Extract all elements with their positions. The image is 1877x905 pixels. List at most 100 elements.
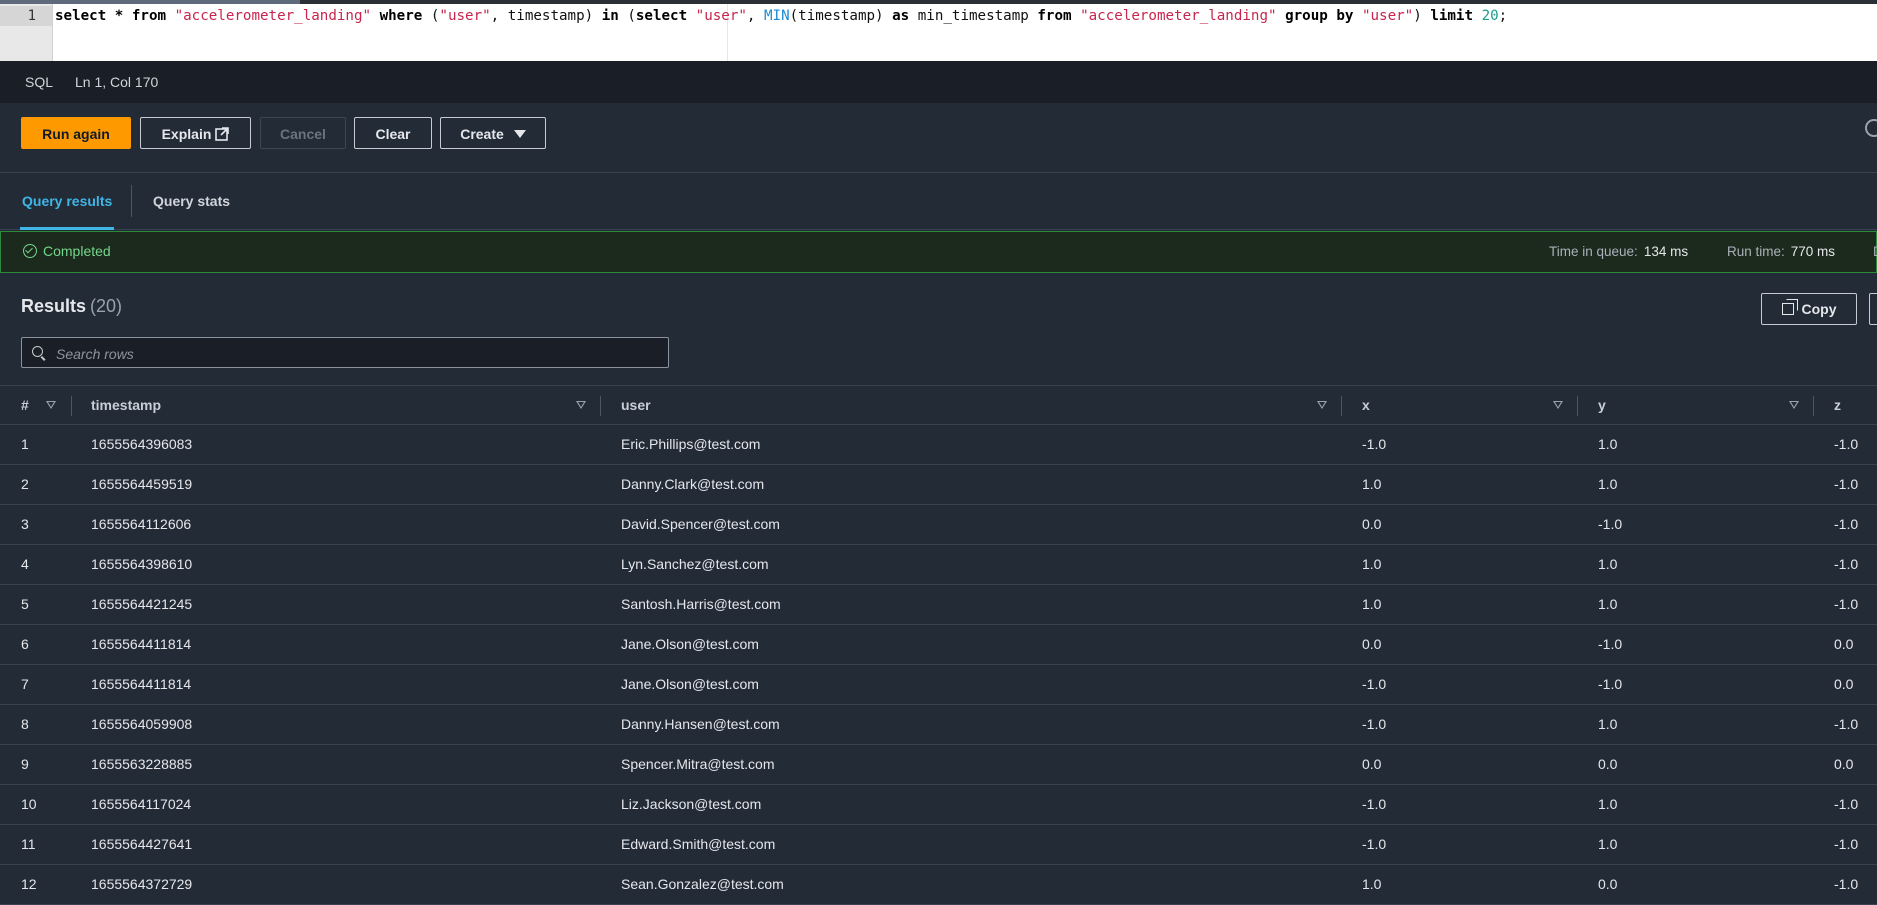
filter-icon[interactable]	[576, 401, 586, 409]
table-row[interactable]: 6 1655564411814 Jane.Olson@test.com 0.0 -1.0…	[0, 625, 1877, 665]
timestamp-cell: 1655564396083	[91, 436, 193, 452]
column-header-z[interactable]: z	[1834, 386, 1841, 424]
table-row[interactable]: 9 1655563228885 Spencer.Mitra@test.com 0.0 0…	[0, 745, 1877, 785]
explain-button[interactable]: Explain	[140, 117, 251, 149]
filter-icon[interactable]	[1789, 401, 1799, 409]
code-token: select	[635, 8, 696, 24]
timestamp-cell: 1655564117024	[91, 796, 192, 812]
timestamp-cell: 1655563228885	[91, 756, 193, 772]
check-circle-icon	[23, 244, 37, 258]
code-token: select *	[55, 8, 132, 24]
y-cell: -1.0	[1598, 636, 1623, 652]
time-in-queue-label: Time in queue:	[1549, 244, 1638, 259]
sql-editor[interactable]: 1 select * from "accelerometer_landing" …	[0, 0, 1877, 61]
results-count: (20)	[90, 296, 123, 316]
run-again-button[interactable]: Run again	[21, 117, 131, 149]
table-row[interactable]: 11 1655564427641 Edward.Smith@test.com -1.0…	[0, 825, 1877, 865]
cancel-button[interactable]: Cancel	[260, 117, 346, 149]
filter-icon[interactable]	[1317, 401, 1327, 409]
table-row[interactable]: 10 1655564117024 Liz.Jackson@test.com -1.0 1…	[0, 785, 1877, 825]
table-row[interactable]: 12 1655564372729 Sean.Gonzalez@test.com 1.0…	[0, 865, 1877, 905]
user-cell: Liz.Jackson@test.com	[621, 796, 762, 812]
column-divider[interactable]	[600, 396, 601, 416]
sql-code-line[interactable]: select * from "accelerometer_landing" wh…	[55, 6, 1507, 26]
code-token: MIN	[764, 8, 790, 24]
y-cell: -1.0	[1598, 676, 1623, 692]
column-header-y[interactable]: y	[1598, 386, 1606, 424]
y-cell: 1.0	[1598, 436, 1618, 452]
row-index-cell: 1	[21, 436, 29, 452]
results-tabs: Query results Query stats	[0, 173, 1877, 230]
tab-divider	[131, 185, 132, 217]
code-token: (timestamp)	[789, 8, 893, 24]
x-cell: 0.0	[1362, 636, 1382, 652]
copy-button[interactable]: Copy	[1761, 293, 1857, 325]
user-cell: Eric.Phillips@test.com	[621, 436, 761, 452]
line-number: 1	[0, 6, 52, 26]
column-header-timestamp[interactable]: timestamp	[91, 386, 161, 424]
y-cell: 1.0	[1598, 556, 1618, 572]
column-divider[interactable]	[71, 396, 72, 416]
column-divider[interactable]	[1577, 396, 1578, 416]
run-time: Run time: 770 ms	[1727, 244, 1835, 259]
user-cell: Jane.Olson@test.com	[621, 676, 759, 692]
timestamp-cell: 1655564459519	[91, 476, 193, 492]
table-row[interactable]: 8 1655564059908 Danny.Hansen@test.com -1.0 1…	[0, 705, 1877, 745]
settings-icon[interactable]	[1865, 119, 1877, 137]
z-cell: -1.0	[1834, 796, 1859, 812]
code-token: as	[892, 8, 918, 24]
column-divider[interactable]	[1341, 396, 1342, 416]
x-cell: -1.0	[1362, 436, 1387, 452]
z-cell: 0.0	[1834, 636, 1854, 652]
table-row[interactable]: 1 1655564396083 Eric.Phillips@test.com -1.0…	[0, 425, 1877, 465]
editor-language: SQL	[25, 74, 54, 90]
filter-icon[interactable]	[1553, 401, 1563, 409]
code-token: limit	[1430, 8, 1482, 24]
column-divider[interactable]	[1813, 396, 1814, 416]
filter-icon[interactable]	[46, 401, 56, 409]
query-status-banner: Completed Time in queue: 134 ms Run time:…	[0, 231, 1877, 273]
query-toolbar: Run again Explain Cancel Clear Create	[0, 103, 1877, 173]
table-row[interactable]: 5 1655564421245 Santosh.Harris@test.com 1.0…	[0, 585, 1877, 625]
results-title-text: Results	[21, 296, 87, 316]
z-cell: -1.0	[1834, 716, 1859, 732]
code-token: group by	[1276, 8, 1362, 24]
z-cell: 0.0	[1834, 756, 1854, 772]
x-cell: -1.0	[1362, 676, 1387, 692]
external-link-icon	[215, 127, 230, 141]
timestamp-cell: 1655564059908	[91, 716, 193, 732]
table-header: # timestamp user x y z	[0, 385, 1877, 425]
z-cell: -1.0	[1834, 876, 1859, 892]
table-row[interactable]: 4 1655564398610 Lyn.Sanchez@test.com 1.0 1.0…	[0, 545, 1877, 585]
download-button[interactable]	[1869, 293, 1877, 325]
table-row[interactable]: 3 1655564112606 David.Spencer@test.com 0.0 -…	[0, 505, 1877, 545]
timestamp-cell: 1655564427641	[91, 836, 193, 852]
table-row[interactable]: 7 1655564411814 Jane.Olson@test.com -1.0 -1.…	[0, 665, 1877, 705]
time-in-queue-value: 134 ms	[1643, 244, 1689, 259]
row-index-cell: 8	[21, 716, 29, 732]
code-token: "user"	[1361, 8, 1414, 24]
table-row[interactable]: 2 1655564459519 Danny.Clark@test.com 1.0 1.0…	[0, 465, 1877, 505]
y-cell: 1.0	[1598, 596, 1618, 612]
run-time-label: Run time:	[1727, 244, 1785, 259]
x-cell: 0.0	[1362, 756, 1382, 772]
x-cell: 1.0	[1362, 596, 1382, 612]
z-cell: -1.0	[1834, 556, 1859, 572]
search-rows-input[interactable]	[54, 338, 658, 369]
user-cell: Danny.Clark@test.com	[621, 476, 765, 492]
explain-label: Explain	[161, 126, 212, 142]
clear-button[interactable]: Clear	[354, 117, 432, 149]
create-button[interactable]: Create	[440, 117, 546, 149]
column-header-x[interactable]: x	[1362, 386, 1370, 424]
code-token: ,	[746, 8, 765, 24]
row-index-cell: 4	[21, 556, 29, 572]
tab-query-stats[interactable]: Query stats	[153, 173, 230, 229]
column-header-user[interactable]: user	[621, 386, 651, 424]
copy-label: Copy	[1801, 301, 1837, 317]
status-completed: Completed	[23, 243, 111, 259]
tab-query-results[interactable]: Query results	[19, 173, 115, 230]
code-token: in	[601, 8, 628, 24]
row-index-cell: 10	[21, 796, 37, 812]
user-cell: Spencer.Mitra@test.com	[621, 756, 775, 772]
code-token: , timestamp)	[490, 8, 602, 24]
